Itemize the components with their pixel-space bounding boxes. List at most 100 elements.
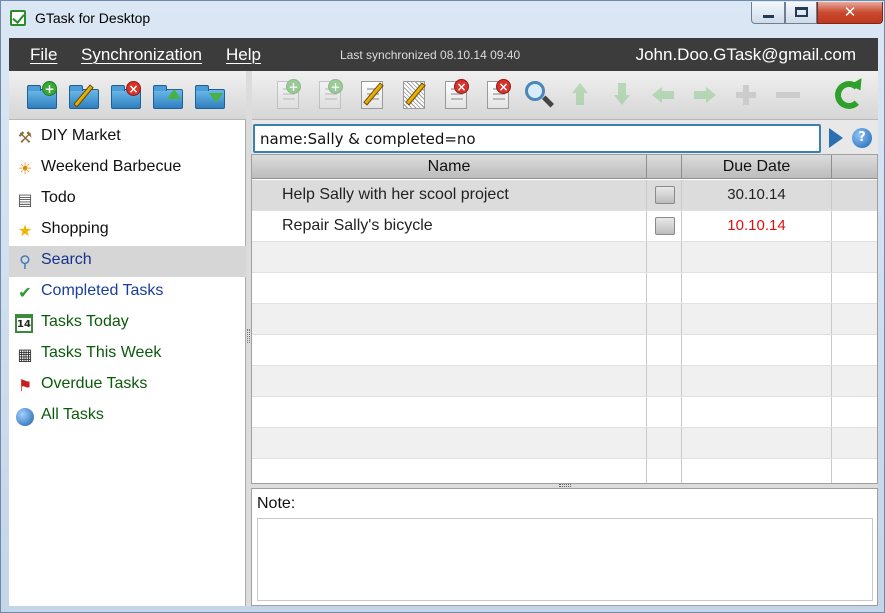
plus-badge-icon: + bbox=[286, 79, 301, 94]
account-email: John.Doo.GTask@gmail.com bbox=[635, 45, 856, 64]
menu-file[interactable]: File bbox=[30, 45, 57, 65]
empty-row bbox=[252, 397, 877, 428]
note-label: Note: bbox=[257, 495, 296, 512]
indent-button[interactable] bbox=[690, 79, 722, 111]
edit-note-button[interactable] bbox=[397, 79, 429, 111]
empty-row bbox=[252, 335, 877, 366]
task-completed-cell bbox=[647, 180, 682, 210]
search-input[interactable] bbox=[253, 124, 821, 153]
window-title: GTask for Desktop bbox=[35, 10, 151, 26]
task-table: Name Due Date Help Sally with her scool … bbox=[251, 154, 878, 484]
arrow-down-icon bbox=[209, 93, 223, 103]
table-row[interactable]: Help Sally with her scool project 30.10.… bbox=[252, 180, 877, 211]
list-item-tasks-today[interactable]: 14 Tasks Today bbox=[9, 308, 246, 339]
empty-row bbox=[252, 242, 877, 273]
task-extra-cell bbox=[832, 211, 877, 241]
list-item-label: DIY Market bbox=[41, 127, 121, 144]
list-item-todo[interactable]: ▤ Todo bbox=[9, 184, 246, 215]
table-header: Name Due Date bbox=[252, 155, 877, 179]
list-item-label: Todo bbox=[41, 189, 76, 206]
sync-status-text: Last synchronized 08.10.14 09:40 bbox=[340, 48, 521, 62]
magnifier-icon: ⚲ bbox=[19, 252, 31, 271]
add-task-button[interactable]: + bbox=[271, 79, 303, 111]
column-header-extra bbox=[832, 155, 877, 179]
list-item-label: Tasks Today bbox=[41, 313, 129, 330]
task-due-cell[interactable]: 30.10.14 bbox=[682, 180, 832, 210]
completed-checkbox[interactable] bbox=[655, 217, 675, 235]
collapse-button[interactable] bbox=[772, 79, 804, 111]
empty-row bbox=[252, 273, 877, 304]
add-list-button[interactable]: + bbox=[25, 81, 57, 111]
delete-badge-icon: × bbox=[126, 81, 141, 96]
task-name-cell[interactable]: Help Sally with her scool project bbox=[252, 180, 647, 210]
arrow-down-icon bbox=[614, 83, 630, 107]
list-item-search[interactable]: ⚲ Search bbox=[9, 246, 246, 277]
task-extra-cell bbox=[832, 180, 877, 210]
delete-list-button[interactable]: × bbox=[109, 81, 141, 111]
list-item-tasks-this-week[interactable]: ▦ Tasks This Week bbox=[9, 339, 246, 370]
column-header-name[interactable]: Name bbox=[252, 155, 647, 179]
task-completed-cell bbox=[647, 211, 682, 241]
task-lists-sidebar: ⚒ DIY Market ☀ Weekend Barbecue ▤ Todo ★… bbox=[9, 120, 246, 606]
help-icon[interactable]: ? bbox=[852, 128, 872, 148]
list-item-all-tasks[interactable]: All Tasks bbox=[9, 401, 246, 432]
delete-completed-button[interactable]: × bbox=[481, 79, 513, 111]
minimize-button[interactable] bbox=[751, 2, 785, 24]
list-item-label: Shopping bbox=[41, 220, 109, 237]
menu-help[interactable]: Help bbox=[226, 45, 261, 65]
export-list-button[interactable] bbox=[151, 81, 183, 111]
list-item-weekend-barbecue[interactable]: ☀ Weekend Barbecue bbox=[9, 153, 246, 184]
list-item-diy-market[interactable]: ⚒ DIY Market bbox=[9, 122, 246, 153]
plus-badge-icon: + bbox=[328, 79, 343, 94]
task-name-cell[interactable]: Repair Sally's bicycle bbox=[252, 211, 647, 241]
outdent-button[interactable] bbox=[648, 79, 680, 111]
checkmark-icon: ✔ bbox=[18, 283, 32, 302]
search-button[interactable] bbox=[522, 79, 555, 111]
title-bar[interactable]: GTask for Desktop ✕ bbox=[1, 1, 884, 37]
move-up-button[interactable] bbox=[564, 79, 596, 111]
app-checkbox-icon bbox=[10, 10, 26, 26]
completed-checkbox[interactable] bbox=[655, 186, 675, 204]
edit-list-button[interactable] bbox=[67, 81, 99, 111]
note-panel: Note: bbox=[251, 488, 878, 606]
app-window: GTask for Desktop ✕ File Synchronization… bbox=[0, 0, 885, 613]
minimize-icon bbox=[763, 15, 774, 18]
refresh-button[interactable] bbox=[833, 78, 867, 111]
empty-row bbox=[252, 304, 877, 335]
magnifier-handle-icon bbox=[541, 95, 555, 108]
list-item-label: Weekend Barbecue bbox=[41, 158, 182, 175]
hammer-icon: ⚒ bbox=[17, 128, 33, 147]
empty-row bbox=[252, 459, 877, 483]
menu-synchronization[interactable]: Synchronization bbox=[81, 45, 202, 65]
table-row[interactable]: Repair Sally's bicycle 10.10.14 bbox=[252, 211, 877, 242]
minus-icon bbox=[776, 92, 800, 98]
expand-button[interactable] bbox=[730, 79, 762, 111]
edit-task-button[interactable] bbox=[355, 79, 387, 111]
move-down-button[interactable] bbox=[606, 79, 638, 111]
run-search-play-icon[interactable] bbox=[829, 128, 843, 148]
clapperboard-icon: ▦ bbox=[17, 345, 33, 364]
list-item-completed-tasks[interactable]: ✔ Completed Tasks bbox=[9, 277, 246, 308]
add-subtask-button[interactable]: + bbox=[313, 79, 345, 111]
menu-bar: File Synchronization Help Last synchroni… bbox=[9, 38, 878, 71]
splitter-grip-icon bbox=[247, 329, 250, 343]
close-button[interactable]: ✕ bbox=[817, 2, 883, 24]
star-icon: ★ bbox=[17, 221, 33, 240]
list-item-overdue-tasks[interactable]: ⚑ Overdue Tasks bbox=[9, 370, 246, 401]
delete-badge-icon: × bbox=[454, 79, 469, 94]
empty-row bbox=[252, 366, 877, 397]
list-item-label: Overdue Tasks bbox=[41, 375, 148, 392]
task-toolbar: + + × × bbox=[252, 71, 878, 120]
delete-task-button[interactable]: × bbox=[439, 79, 471, 111]
flag-icon: ⚑ bbox=[17, 376, 33, 395]
list-item-shopping[interactable]: ★ Shopping bbox=[9, 215, 246, 246]
note-textarea[interactable] bbox=[257, 518, 873, 601]
task-due-cell[interactable]: 10.10.14 bbox=[682, 211, 832, 241]
import-list-button[interactable] bbox=[193, 81, 225, 111]
column-header-due-date[interactable]: Due Date bbox=[682, 155, 832, 179]
task-name: Repair Sally's bicycle bbox=[282, 217, 433, 234]
arrow-up-icon bbox=[167, 89, 181, 99]
column-header-completed[interactable] bbox=[647, 155, 682, 179]
maximize-button[interactable] bbox=[785, 2, 817, 24]
close-icon: ✕ bbox=[843, 3, 857, 21]
